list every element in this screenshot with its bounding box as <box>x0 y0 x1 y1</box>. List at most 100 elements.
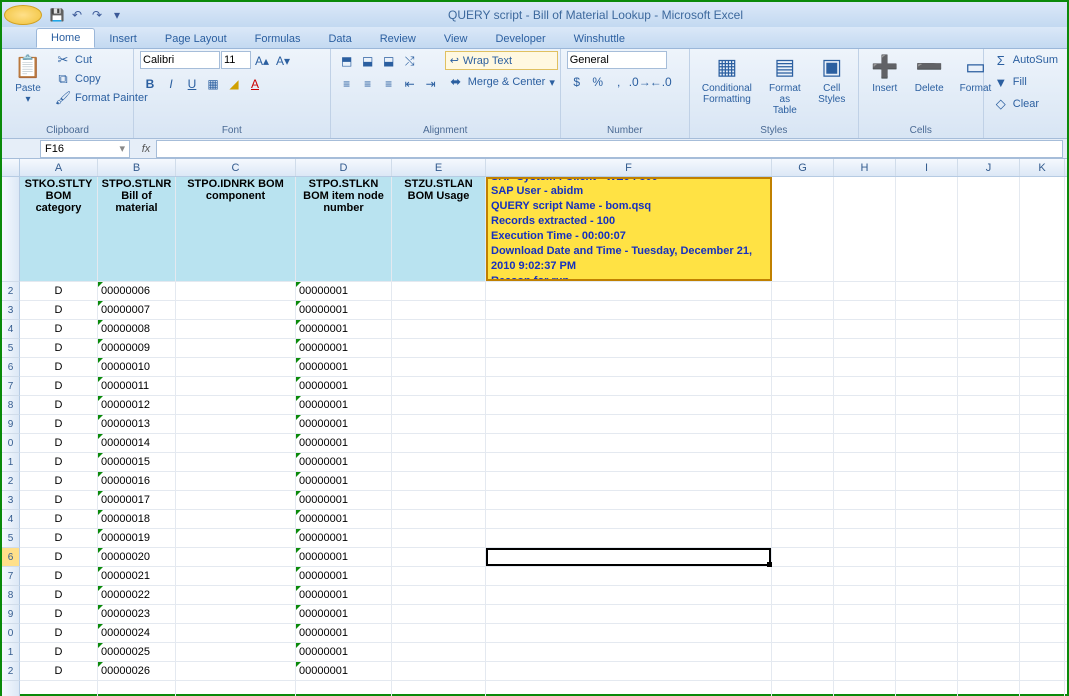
cell[interactable] <box>896 529 958 547</box>
row-header[interactable]: 1 <box>2 453 20 472</box>
cell[interactable] <box>486 282 772 300</box>
col-header-G[interactable]: G <box>772 159 834 176</box>
cell[interactable] <box>958 681 1020 696</box>
cell[interactable] <box>834 491 896 509</box>
cell[interactable] <box>486 586 772 604</box>
cell[interactable] <box>772 491 834 509</box>
cell[interactable] <box>958 301 1020 319</box>
cell[interactable]: STPO.STLNR Bill of material <box>98 177 176 281</box>
cell[interactable] <box>392 434 486 452</box>
cell[interactable] <box>392 301 486 319</box>
cell[interactable] <box>958 453 1020 471</box>
cell[interactable] <box>834 643 896 661</box>
paste-button[interactable]: 📋 Paste ▾ <box>8 51 48 107</box>
cell[interactable]: 00000001 <box>296 339 392 357</box>
cell[interactable] <box>834 662 896 680</box>
cell[interactable] <box>486 548 772 566</box>
cell[interactable]: 00000001 <box>296 472 392 490</box>
row-header[interactable]: 7 <box>2 567 20 586</box>
cell[interactable]: 00000017 <box>98 491 176 509</box>
cell[interactable] <box>1020 339 1065 357</box>
cell[interactable] <box>1020 662 1065 680</box>
cell[interactable] <box>834 567 896 585</box>
cell[interactable] <box>896 681 958 696</box>
cell[interactable] <box>1020 320 1065 338</box>
cell[interactable] <box>772 434 834 452</box>
cell[interactable] <box>958 567 1020 585</box>
conditional-formatting-button[interactable]: ▦Conditional Formatting <box>696 51 758 107</box>
row-header[interactable]: 1 <box>2 643 20 662</box>
cell[interactable] <box>958 548 1020 566</box>
grow-font-icon[interactable]: A▴ <box>252 51 272 71</box>
cell[interactable] <box>772 339 834 357</box>
currency-icon[interactable]: $ <box>567 72 587 92</box>
cell[interactable] <box>392 662 486 680</box>
cell[interactable]: D <box>20 491 98 509</box>
cell[interactable]: D <box>20 643 98 661</box>
cell[interactable]: 00000006 <box>98 282 176 300</box>
cell[interactable] <box>176 282 296 300</box>
cell[interactable] <box>486 453 772 471</box>
cell[interactable] <box>486 320 772 338</box>
col-header-I[interactable]: I <box>896 159 958 176</box>
cell[interactable] <box>896 586 958 604</box>
cell[interactable] <box>1020 177 1065 281</box>
cell[interactable] <box>176 586 296 604</box>
tab-winshuttle[interactable]: Winshuttle <box>560 30 639 48</box>
cell[interactable] <box>772 548 834 566</box>
italic-button[interactable]: I <box>161 74 181 94</box>
cell[interactable] <box>176 548 296 566</box>
cell[interactable] <box>392 510 486 528</box>
cell[interactable]: 00000021 <box>98 567 176 585</box>
cell[interactable] <box>1020 624 1065 642</box>
cell[interactable] <box>392 415 486 433</box>
cell[interactable] <box>958 472 1020 490</box>
cell[interactable]: 00000001 <box>296 643 392 661</box>
dec-decimal-icon[interactable]: ←.0 <box>651 72 671 92</box>
cell[interactable] <box>958 529 1020 547</box>
comma-icon[interactable]: , <box>609 72 629 92</box>
tab-review[interactable]: Review <box>366 30 430 48</box>
cell-styles-button[interactable]: ▣Cell Styles <box>812 51 852 107</box>
cell[interactable]: 00000001 <box>296 434 392 452</box>
cell[interactable] <box>834 586 896 604</box>
tab-page-layout[interactable]: Page Layout <box>151 30 241 48</box>
cell[interactable] <box>486 529 772 547</box>
cell[interactable] <box>834 624 896 642</box>
cell[interactable]: 00000023 <box>98 605 176 623</box>
cell[interactable] <box>772 358 834 376</box>
cell[interactable] <box>772 472 834 490</box>
row-header[interactable]: 2 <box>2 662 20 681</box>
cell[interactable] <box>392 320 486 338</box>
cell[interactable] <box>772 453 834 471</box>
col-header-E[interactable]: E <box>392 159 486 176</box>
spreadsheet-grid[interactable]: ABCDEFGHIJK 234567890123456789012 STKO.S… <box>2 159 1067 696</box>
save-icon[interactable]: 💾 <box>48 6 66 24</box>
row-header[interactable]: 2 <box>2 472 20 491</box>
cell[interactable]: 00000001 <box>296 605 392 623</box>
cell[interactable] <box>834 396 896 414</box>
row-header[interactable]: 9 <box>2 605 20 624</box>
cell[interactable]: 00000012 <box>98 396 176 414</box>
cell[interactable]: D <box>20 396 98 414</box>
cell[interactable] <box>392 396 486 414</box>
cell[interactable] <box>834 320 896 338</box>
font-family-select[interactable] <box>140 51 220 69</box>
cell[interactable]: 00000001 <box>296 529 392 547</box>
shrink-font-icon[interactable]: A▾ <box>273 51 293 71</box>
cell[interactable]: D <box>20 282 98 300</box>
format-as-table-button[interactable]: ▤Format as Table <box>762 51 808 118</box>
cell[interactable] <box>392 453 486 471</box>
cell[interactable] <box>486 491 772 509</box>
cell[interactable] <box>1020 358 1065 376</box>
cell[interactable] <box>1020 434 1065 452</box>
undo-icon[interactable]: ↶ <box>68 6 86 24</box>
cell[interactable] <box>958 491 1020 509</box>
cell[interactable] <box>772 529 834 547</box>
cell[interactable] <box>834 681 896 696</box>
cell[interactable] <box>486 434 772 452</box>
cell[interactable] <box>772 605 834 623</box>
cell[interactable] <box>958 177 1020 281</box>
cell[interactable] <box>1020 567 1065 585</box>
cell[interactable] <box>176 662 296 680</box>
